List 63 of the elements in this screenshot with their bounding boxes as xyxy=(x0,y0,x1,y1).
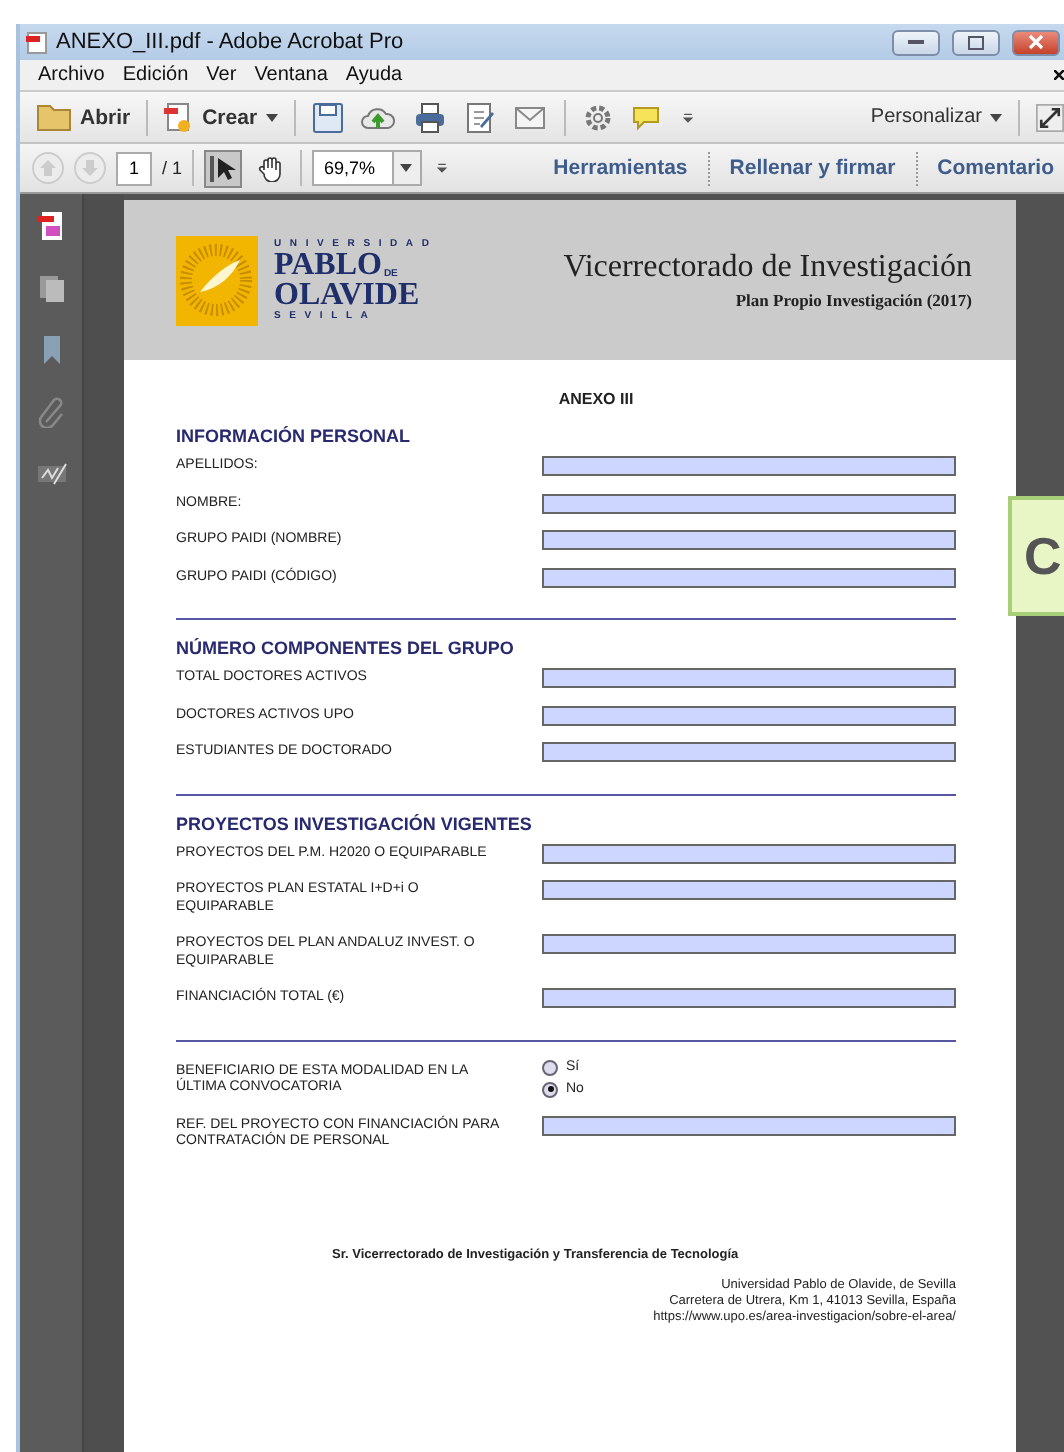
input-field[interactable] xyxy=(542,456,956,476)
input-field[interactable] xyxy=(542,742,956,762)
input-field[interactable] xyxy=(542,705,956,725)
zoom-dropdown[interactable]: 69,7% xyxy=(312,150,422,186)
caret-icon xyxy=(400,164,413,172)
customize-dropdown[interactable]: Personalizar xyxy=(870,106,1002,128)
panel-link[interactable]: Comentario xyxy=(927,156,1064,180)
restore-icon xyxy=(968,35,984,49)
open-button[interactable]: Abrir xyxy=(36,102,131,132)
mail-icon[interactable] xyxy=(511,101,548,133)
panel-link[interactable]: Rellenar y firmar xyxy=(719,156,906,180)
input-field[interactable] xyxy=(542,880,956,900)
input-field[interactable] xyxy=(542,668,956,688)
input-field[interactable] xyxy=(542,988,956,1008)
save-icon[interactable] xyxy=(311,101,344,133)
edit-document-icon[interactable] xyxy=(463,101,496,133)
menu-item[interactable]: Ayuda xyxy=(345,64,403,86)
callout-panel: C xyxy=(1008,496,1064,616)
settings-icon[interactable] xyxy=(581,101,614,133)
close-button[interactable] xyxy=(1012,29,1060,55)
folder-icon xyxy=(36,102,72,132)
close-document-icon[interactable] xyxy=(1054,64,1064,86)
section-heading: PROYECTOS INVESTIGACIÓN VIGENTES xyxy=(176,813,534,833)
sun-emblem-icon xyxy=(176,235,258,325)
pdf-page-icon[interactable] xyxy=(35,210,67,242)
document-title: Vicerrectorado de Investigación xyxy=(563,250,972,286)
menu-item[interactable]: Archivo xyxy=(38,64,105,86)
menu-item[interactable]: Ventana xyxy=(254,64,328,86)
logo-name: OLAVIDE xyxy=(274,280,420,310)
minimize-button[interactable] xyxy=(892,29,940,55)
page-count: / 1 xyxy=(162,158,183,178)
input-field[interactable] xyxy=(542,493,956,513)
paperclip-icon[interactable] xyxy=(35,396,67,428)
new-pdf-icon xyxy=(164,101,195,133)
create-button[interactable]: Crear xyxy=(164,101,278,133)
restore-button[interactable] xyxy=(952,29,1000,55)
menu-item[interactable]: Edición xyxy=(122,64,189,86)
pdf-file-icon xyxy=(26,31,48,53)
signature-icon[interactable] xyxy=(35,458,67,490)
caret-icon xyxy=(990,113,1002,121)
input-field[interactable] xyxy=(542,934,956,954)
section-heading: INFORMACIÓN PERSONAL xyxy=(176,426,412,446)
page-number-field[interactable]: 1 xyxy=(116,151,152,185)
print-icon[interactable] xyxy=(411,101,448,133)
panel-link[interactable]: Herramientas xyxy=(543,156,698,180)
down-arrow-icon xyxy=(82,160,98,176)
input-field[interactable] xyxy=(542,843,956,863)
section-heading: NÚMERO COMPONENTES DEL GRUPO xyxy=(176,638,516,658)
annex-heading: ANEXO III xyxy=(558,390,634,408)
pages-icon[interactable] xyxy=(35,272,67,304)
document-subtitle: Plan Propio Investigación (2017) xyxy=(735,290,972,310)
minimize-icon xyxy=(908,39,924,45)
expand-arrows-icon[interactable] xyxy=(1036,101,1064,133)
close-icon xyxy=(1028,34,1044,50)
up-arrow-icon xyxy=(40,160,56,176)
input-field[interactable] xyxy=(542,1115,956,1135)
input-field[interactable] xyxy=(542,530,956,550)
caret-icon xyxy=(265,113,278,121)
window-title: ANEXO_III.pdf - Adobe Acrobat Pro xyxy=(56,30,406,54)
logo-name: PABLO xyxy=(274,250,382,280)
select-tool-button[interactable] xyxy=(204,149,243,187)
menu-item[interactable]: Ver xyxy=(206,64,237,86)
input-field[interactable] xyxy=(542,567,956,587)
